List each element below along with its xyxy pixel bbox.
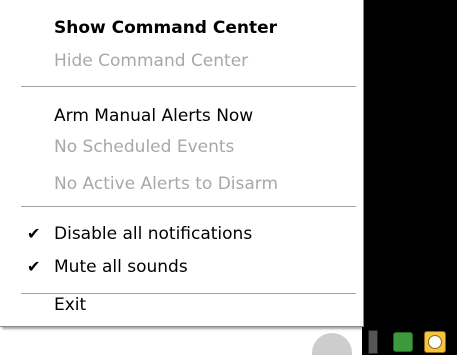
alarm-clock-icon[interactable]: [424, 331, 446, 353]
menu-item-label: Exit: [54, 295, 87, 315]
menu-item-exit[interactable]: Exit: [0, 291, 360, 319]
menu-item-label: Hide Command Center: [54, 51, 249, 71]
menu-item-no-active-alerts: No Active Alerts to Disarm: [0, 170, 362, 198]
tray-context-menu: Show Command Center Hide Command Center …: [0, 0, 364, 327]
menu-item-label: Mute all sounds: [54, 257, 188, 277]
menu-separator: [21, 206, 356, 207]
menu-item-hide-command-center: Hide Command Center: [0, 47, 362, 75]
network-icon[interactable]: [312, 333, 352, 355]
menu-item-label: Disable all notifications: [54, 224, 253, 244]
clock-face: [428, 335, 442, 349]
menu-item-disable-notifications[interactable]: ✔ Disable all notifications: [0, 220, 362, 248]
menu-separator: [21, 86, 356, 87]
menu-item-no-scheduled-events: No Scheduled Events: [0, 133, 362, 161]
checkmark-icon: ✔: [27, 224, 41, 243]
taskbar-background: [362, 0, 457, 355]
menu-item-label: No Active Alerts to Disarm: [54, 174, 279, 194]
checkmark-icon: ✔: [27, 257, 41, 276]
security-shield-icon[interactable]: [393, 332, 413, 352]
menu-item-arm-manual-alerts[interactable]: Arm Manual Alerts Now: [0, 102, 362, 130]
device-icon[interactable]: [368, 330, 378, 354]
menu-item-show-command-center[interactable]: Show Command Center: [0, 14, 362, 42]
menu-item-mute-sounds[interactable]: ✔ Mute all sounds: [0, 253, 362, 281]
menu-item-label: Arm Manual Alerts Now: [54, 106, 254, 126]
menu-item-label: No Scheduled Events: [54, 137, 235, 157]
menu-item-label: Show Command Center: [54, 18, 278, 38]
